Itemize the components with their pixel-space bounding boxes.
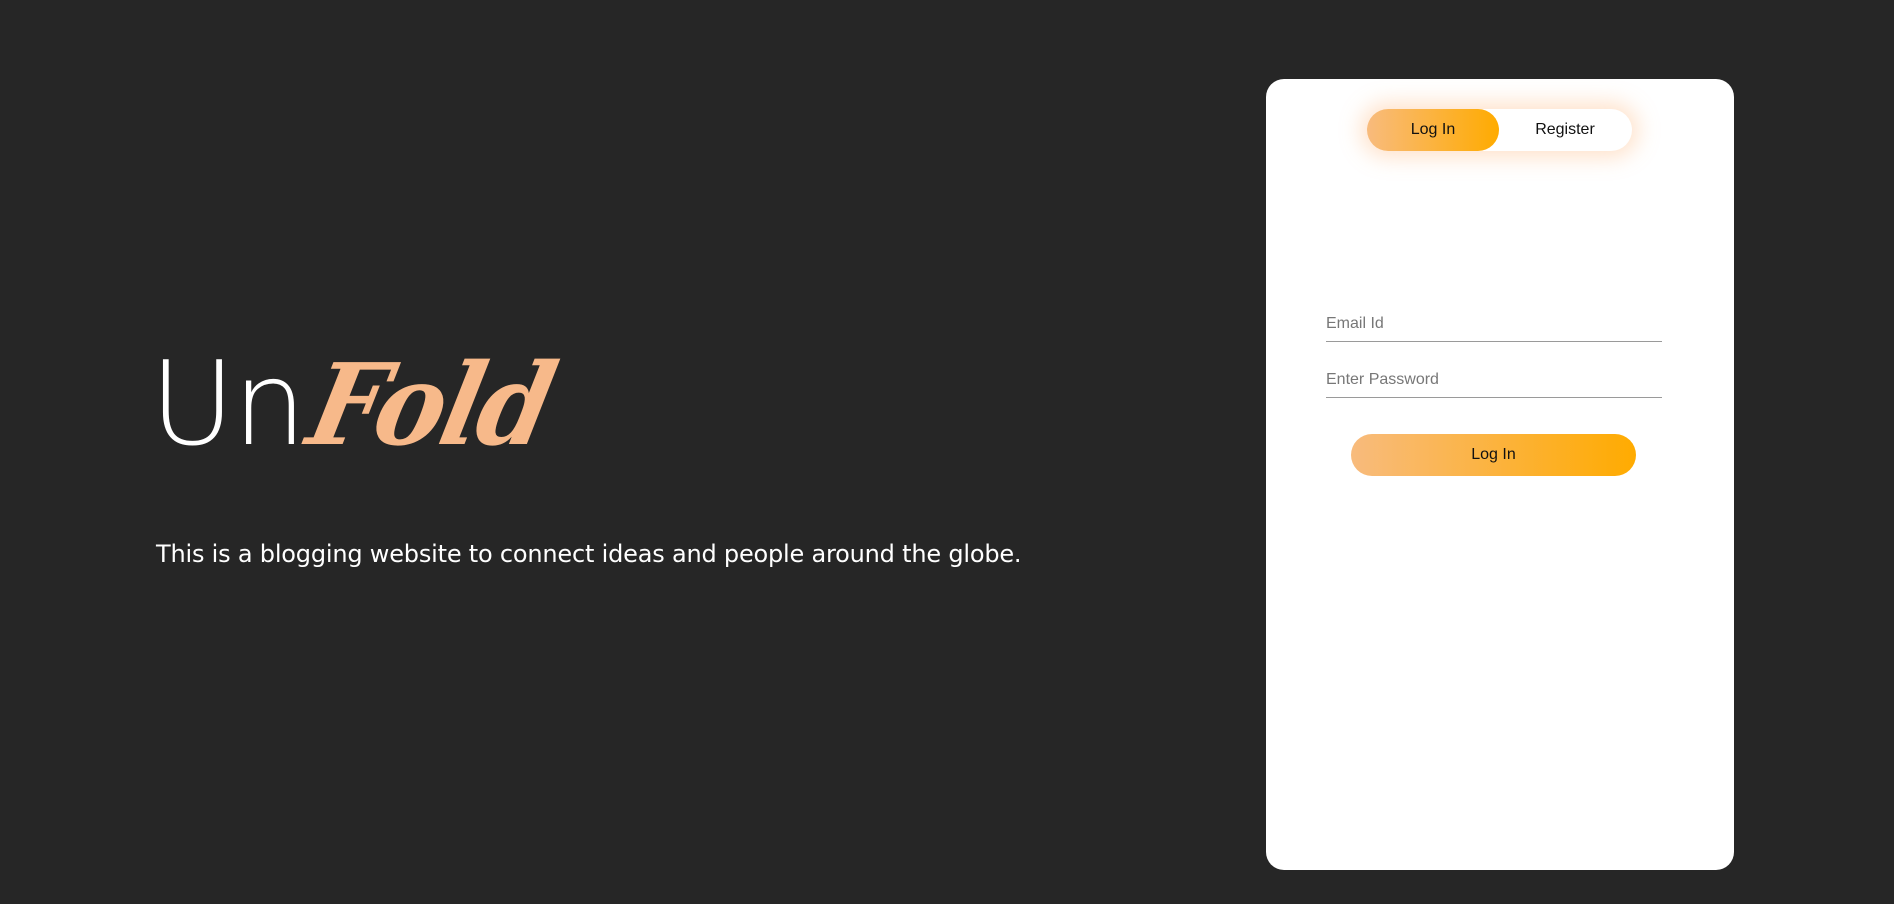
email-field[interactable] xyxy=(1326,307,1662,342)
auth-toggle: Log In Register xyxy=(1367,109,1632,151)
login-tab[interactable]: Log In xyxy=(1367,109,1499,151)
auth-card: Log In Register Log In xyxy=(1266,79,1734,870)
register-tab[interactable]: Register xyxy=(1499,109,1631,151)
login-submit-button[interactable]: Log In xyxy=(1351,434,1636,476)
brand-logo-text-fold: Fold xyxy=(298,338,565,471)
password-field[interactable] xyxy=(1326,363,1662,398)
tagline: This is a blogging website to connect id… xyxy=(156,540,1022,568)
brand-logo-text-un: Un xyxy=(150,337,306,472)
brand-logo: Un Fold xyxy=(150,337,564,472)
